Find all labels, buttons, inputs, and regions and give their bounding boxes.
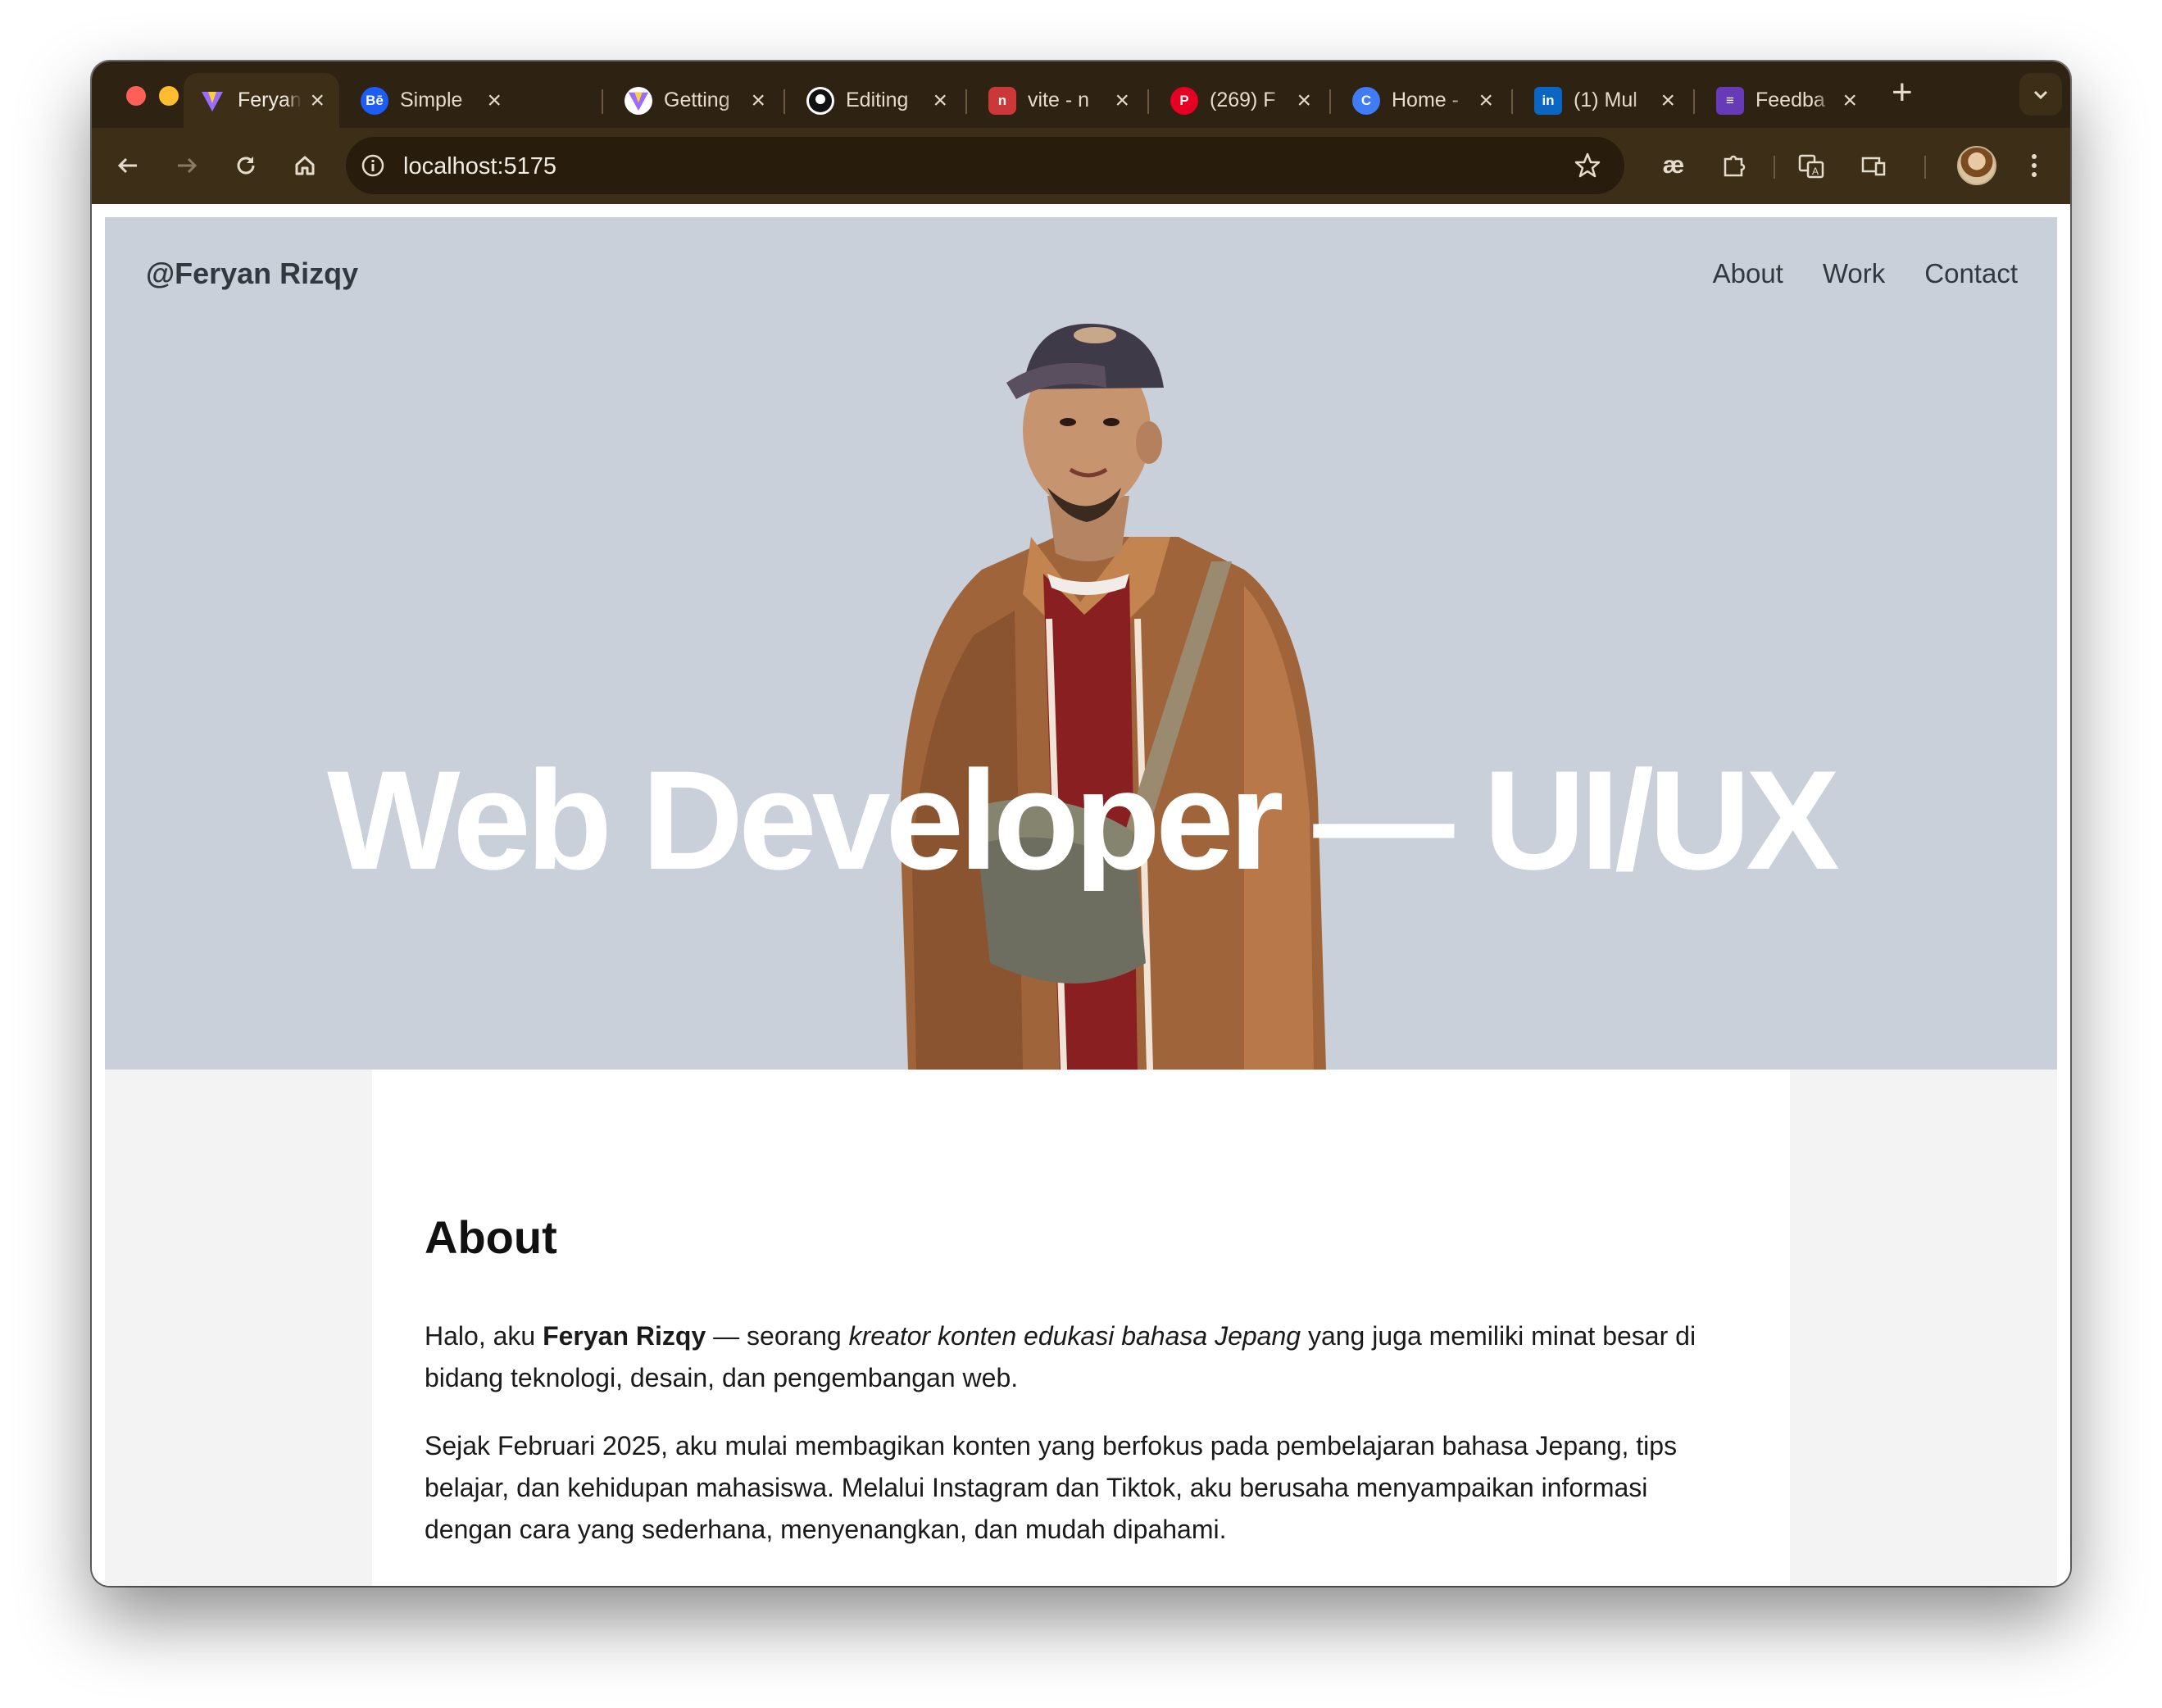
tab-title: Editing	[846, 89, 909, 111]
npm-icon: n	[988, 86, 1016, 115]
bookmark-star-icon[interactable]	[1574, 152, 1601, 179]
forward-button[interactable]	[167, 146, 207, 185]
site-nav: About Work Contact	[1713, 258, 2018, 289]
tab-simple[interactable]: Bē Simple ×	[346, 73, 516, 128]
about-section: About Halo, aku Feryan Rizqy — seorang k…	[372, 1070, 1790, 1586]
tab-getting[interactable]: Getting ×	[610, 73, 780, 128]
devices-icon	[1861, 157, 1886, 176]
tab-linkedin[interactable]: in (1) Mul ×	[1519, 73, 1690, 128]
author-name: Feryan Rizqy	[543, 1321, 706, 1351]
about-paragraph-intro: Halo, aku Feryan Rizqy — seorang kreator…	[425, 1315, 1719, 1399]
site-info-icon[interactable]	[361, 153, 385, 178]
arrow-left-icon	[117, 157, 137, 174]
close-tab-icon[interactable]: ×	[751, 88, 765, 113]
tab-title: Simple	[400, 89, 463, 111]
tab-vite-npm[interactable]: n vite - n ×	[974, 73, 1144, 128]
reload-button[interactable]	[226, 146, 266, 185]
forms-icon: ≡	[1716, 86, 1744, 115]
address-bar[interactable]: localhost:5175	[346, 137, 1624, 194]
hero-section: @Feryan Rizqy About Work Contact Web Dev…	[105, 217, 2057, 1070]
intro-prefix: Halo, aku	[425, 1321, 543, 1351]
arrow-right-icon	[178, 157, 198, 174]
vite-icon	[625, 86, 652, 115]
close-tab-icon[interactable]: ×	[310, 88, 325, 113]
nav-contact[interactable]: Contact	[1924, 258, 2018, 289]
tab-title: (269) F	[1210, 89, 1276, 111]
back-button[interactable]	[108, 146, 148, 185]
github-icon	[806, 86, 834, 115]
tab-strip: Feryan × Bē Simple × Getting × Editing ×	[92, 61, 2070, 128]
extensions-button[interactable]	[1715, 146, 1754, 185]
more-vertical-icon	[2032, 154, 2037, 177]
translate-button[interactable]: A	[1792, 146, 1831, 185]
tab-editing[interactable]: Editing ×	[792, 73, 962, 128]
intro-middle: — seorang	[706, 1321, 849, 1351]
device-mode-button[interactable]	[1854, 146, 1893, 185]
tab-feryan[interactable]: Feryan ×	[184, 73, 339, 128]
about-heading: About	[425, 1211, 557, 1263]
vite-icon	[198, 87, 226, 115]
new-tab-button[interactable]: +	[1892, 75, 1913, 111]
chevron-down-icon	[2033, 90, 2048, 100]
close-tab-icon[interactable]: ×	[1660, 88, 1675, 113]
tab-title: Getting	[664, 89, 730, 111]
nav-work[interactable]: Work	[1823, 258, 1885, 289]
linkedin-icon: in	[1534, 86, 1562, 115]
hero-portrait	[900, 324, 1326, 1070]
behance-icon: Bē	[361, 86, 388, 115]
tab-title: Feedba	[1755, 89, 1825, 111]
about-paragraph-history: Sejak Februari 2025, aku mulai membagika…	[425, 1431, 1678, 1544]
browser-menu-button[interactable]	[2014, 146, 2054, 185]
reload-icon	[237, 157, 255, 175]
tab-title: vite - n	[1028, 89, 1090, 111]
pinterest-icon: P	[1170, 86, 1198, 115]
browser-toolbar: localhost:5175 æ A	[92, 128, 2070, 204]
content-background: About Halo, aku Feryan Rizqy — seorang k…	[105, 1070, 2057, 1586]
profile-avatar[interactable]	[1957, 146, 1996, 185]
tab-title: Home -	[1392, 89, 1459, 111]
minimize-window-button[interactable]	[159, 86, 179, 106]
ae-icon: æ	[1662, 152, 1685, 179]
close-tab-icon[interactable]: ×	[933, 88, 947, 113]
close-tab-icon[interactable]: ×	[1842, 88, 1857, 113]
puzzle-icon	[1724, 155, 1746, 177]
site-brand[interactable]: @Feryan Rizqy	[146, 257, 358, 291]
url-text: localhost:5175	[403, 153, 557, 179]
tab-search-button[interactable]	[2019, 73, 2062, 116]
tab-title: Feryan	[238, 89, 302, 111]
canva-icon: C	[1352, 86, 1380, 115]
close-tab-icon[interactable]: ×	[1115, 88, 1129, 113]
close-tab-icon[interactable]: ×	[487, 88, 502, 113]
close-window-button[interactable]	[126, 86, 146, 106]
tab-pinterest[interactable]: P (269) F ×	[1156, 73, 1326, 128]
extension-ae-button[interactable]: æ	[1654, 146, 1693, 185]
tab-feedback[interactable]: ≡ Feedba ×	[1701, 73, 1872, 128]
tab-home[interactable]: C Home - ×	[1338, 73, 1508, 128]
intro-emphasis: kreator konten edukasi bahasa Jepang	[848, 1321, 1301, 1351]
close-tab-icon[interactable]: ×	[1478, 88, 1493, 113]
page-viewport: @Feryan Rizqy About Work Contact Web Dev…	[92, 204, 2070, 1586]
browser-window: Feryan × Bē Simple × Getting × Editing ×	[92, 61, 2070, 1586]
svg-text:A: A	[1812, 166, 1819, 177]
tab-title: (1) Mul	[1574, 89, 1637, 111]
home-button[interactable]	[285, 146, 325, 185]
close-tab-icon[interactable]: ×	[1297, 88, 1311, 113]
home-icon	[295, 156, 315, 175]
nav-about[interactable]: About	[1713, 258, 1783, 289]
translate-icon: A	[1798, 154, 1824, 179]
